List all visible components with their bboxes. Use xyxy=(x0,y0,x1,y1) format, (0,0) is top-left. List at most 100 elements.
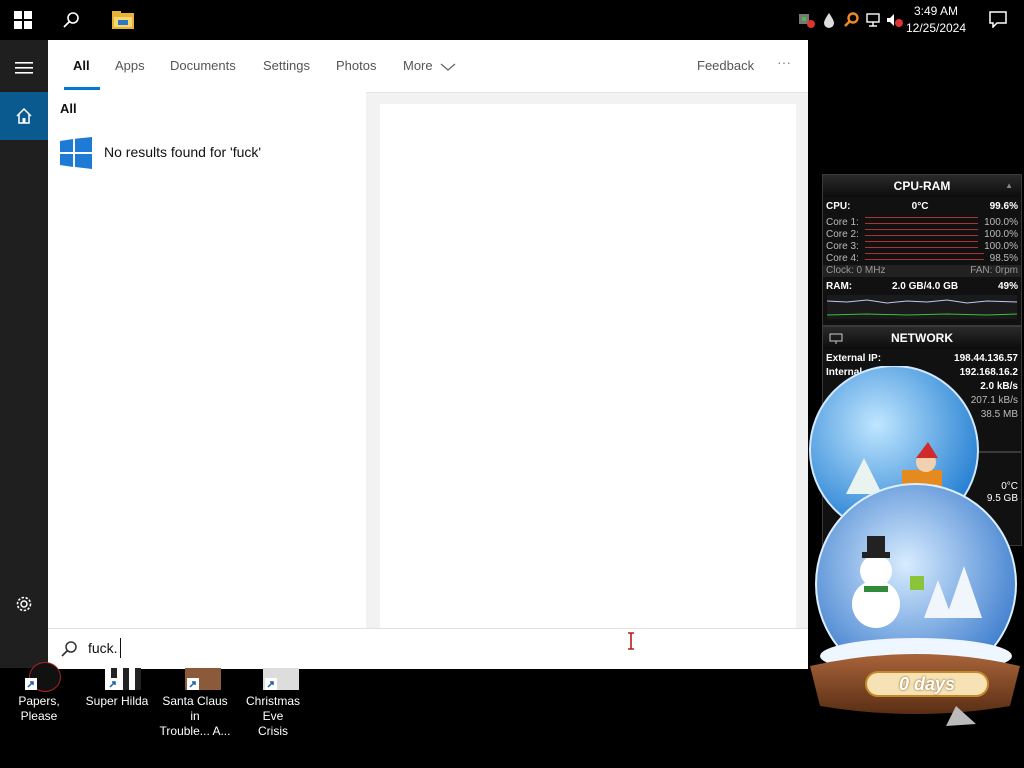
desktop-icon-label-line2: Trouble... A... xyxy=(159,724,231,738)
home-icon xyxy=(16,107,32,124)
core-bar xyxy=(864,253,984,260)
tab-all[interactable]: All xyxy=(73,58,90,73)
desktop-icon-papers-please[interactable]: Papers, Please xyxy=(0,662,78,724)
more-options-button[interactable]: ··· xyxy=(777,54,791,70)
core-label: Core 3: xyxy=(826,241,859,252)
tab-settings[interactable]: Settings xyxy=(263,58,310,73)
network-monitor-icon xyxy=(829,333,843,344)
core-bar xyxy=(864,241,979,248)
cpu-ram-title-text: CPU-RAM xyxy=(893,179,951,193)
external-ip-label: External IP: xyxy=(826,353,882,364)
ram-used: 2.0 GB/4.0 GB xyxy=(891,281,959,292)
tab-more-label: More xyxy=(403,58,433,73)
volume-muted-icon[interactable] xyxy=(884,0,906,40)
chevron-down-icon xyxy=(440,63,456,71)
search-box[interactable]: fuck. xyxy=(48,628,808,669)
core-row: Core 3: 100.0% xyxy=(823,241,1021,253)
start-rail xyxy=(0,40,48,668)
windows-logo-icon xyxy=(14,11,32,29)
desktop-icon-santa-claus[interactable]: Santa Claus in Trouble... A... xyxy=(156,668,234,739)
taskbar-clock[interactable]: 3:49 AM 12/25/2024 xyxy=(904,3,968,37)
start-button[interactable] xyxy=(0,0,46,40)
active-tab-indicator xyxy=(64,87,100,90)
taskbar-search-button[interactable] xyxy=(48,0,94,40)
clock-date: 12/25/2024 xyxy=(905,21,967,35)
results-list: All No results found for 'fuck' xyxy=(48,92,366,628)
home-button[interactable] xyxy=(0,92,48,140)
core-value: 98.5% xyxy=(989,253,1018,264)
desktop-icon-super-hilda[interactable]: Super Hilda xyxy=(78,668,156,709)
core-label: Core 4: xyxy=(826,253,859,264)
network-title: NETWORK xyxy=(823,327,1021,349)
clock-label: Clock: 0 MHz xyxy=(826,265,886,276)
search-query-text: fuck. xyxy=(88,640,118,656)
water-drop-icon[interactable] xyxy=(818,0,840,40)
cpu-ram-title: CPU-RAM ▲ xyxy=(823,175,1021,197)
santa-claus-icon xyxy=(171,668,221,690)
search-panel: All Apps Documents Settings Photos More … xyxy=(48,40,808,669)
ram-percent: 49% xyxy=(997,281,1018,292)
cpu-ram-gadget[interactable]: CPU-RAM ▲ CPU: 0°C 99.6% Core 1: 100.0% C… xyxy=(822,174,1022,326)
shortcut-arrow-icon xyxy=(25,678,37,690)
external-ip-value: 198.44.136.57 xyxy=(954,353,1018,364)
tab-more[interactable]: More xyxy=(403,58,456,73)
gear-icon xyxy=(16,596,32,612)
search-tabs: All Apps Documents Settings Photos More … xyxy=(48,40,808,93)
expand-menu-button[interactable] xyxy=(0,44,48,92)
search-icon xyxy=(63,12,79,28)
desktop-icon-label-line2: Crisis xyxy=(258,724,288,738)
action-center-button[interactable] xyxy=(988,10,1010,30)
cpu-usage: 99.6% xyxy=(989,201,1018,212)
action-center-icon xyxy=(989,11,1007,29)
tab-apps[interactable]: Apps xyxy=(115,58,145,73)
search-orange-icon[interactable] xyxy=(840,0,862,40)
file-explorer-button[interactable] xyxy=(100,0,146,40)
shortcut-arrow-icon xyxy=(265,678,277,690)
desktop-icon-christmas-eve-crisis[interactable]: Christmas Eve Crisis xyxy=(234,668,312,739)
shortcut-arrow-icon xyxy=(107,678,119,690)
desktop-icon-label: Papers, Please xyxy=(18,694,60,723)
shortcut-arrow-icon xyxy=(187,678,199,690)
tab-documents[interactable]: Documents xyxy=(170,58,236,73)
super-hilda-icon xyxy=(93,668,141,690)
core-value: 100.0% xyxy=(984,241,1018,252)
core-value: 100.0% xyxy=(984,217,1018,228)
folder-icon xyxy=(112,11,134,29)
feedback-link[interactable]: Feedback xyxy=(697,58,754,73)
days-counter: 0 days xyxy=(898,674,956,694)
core-bar xyxy=(864,229,979,236)
core-row: Core 4: 98.5% xyxy=(823,253,1021,265)
papers-please-icon xyxy=(15,662,63,692)
hamburger-icon xyxy=(15,62,33,74)
cpu-row: CPU: 0°C 99.6% xyxy=(823,201,1021,213)
search-icon xyxy=(61,641,77,657)
cpu-label: CPU: xyxy=(826,201,851,212)
core-value: 100.0% xyxy=(984,229,1018,240)
external-ip-row: External IP: 198.44.136.57 xyxy=(823,353,1021,365)
ram-graph xyxy=(826,295,1018,319)
tab-photos[interactable]: Photos xyxy=(336,58,376,73)
preview-pane xyxy=(380,104,796,628)
ram-label: RAM: xyxy=(826,281,853,292)
clock-time: 3:49 AM xyxy=(913,4,959,18)
snow-globe-gadget[interactable]: 0 days xyxy=(806,365,1024,738)
no-results-text: No results found for 'fuck' xyxy=(104,144,262,160)
fan-label: FAN: 0rpm xyxy=(970,265,1018,276)
windows-logo-icon xyxy=(60,137,92,169)
desktop-icon-label-line1: Santa Claus in xyxy=(162,694,228,723)
network-icon[interactable] xyxy=(862,0,884,40)
network-game-icon[interactable] xyxy=(796,0,818,40)
section-heading: All xyxy=(60,101,77,116)
cpu-temp: 0°C xyxy=(911,201,929,212)
settings-button[interactable] xyxy=(0,580,48,628)
core-label: Core 2: xyxy=(826,229,859,240)
clock-fan-row: Clock: 0 MHz FAN: 0rpm xyxy=(823,265,1021,277)
text-caret xyxy=(120,638,121,658)
desktop-icon-label-line1: Christmas Eve xyxy=(245,694,300,723)
desktop-icon-label: Super Hilda xyxy=(85,694,149,708)
christmas-eve-crisis-icon xyxy=(249,668,299,690)
system-tray xyxy=(796,0,906,40)
collapse-arrow-icon[interactable]: ▲ xyxy=(1005,175,1013,197)
taskbar: 3:49 AM 12/25/2024 xyxy=(0,0,1024,40)
core-row: Core 2: 100.0% xyxy=(823,229,1021,241)
